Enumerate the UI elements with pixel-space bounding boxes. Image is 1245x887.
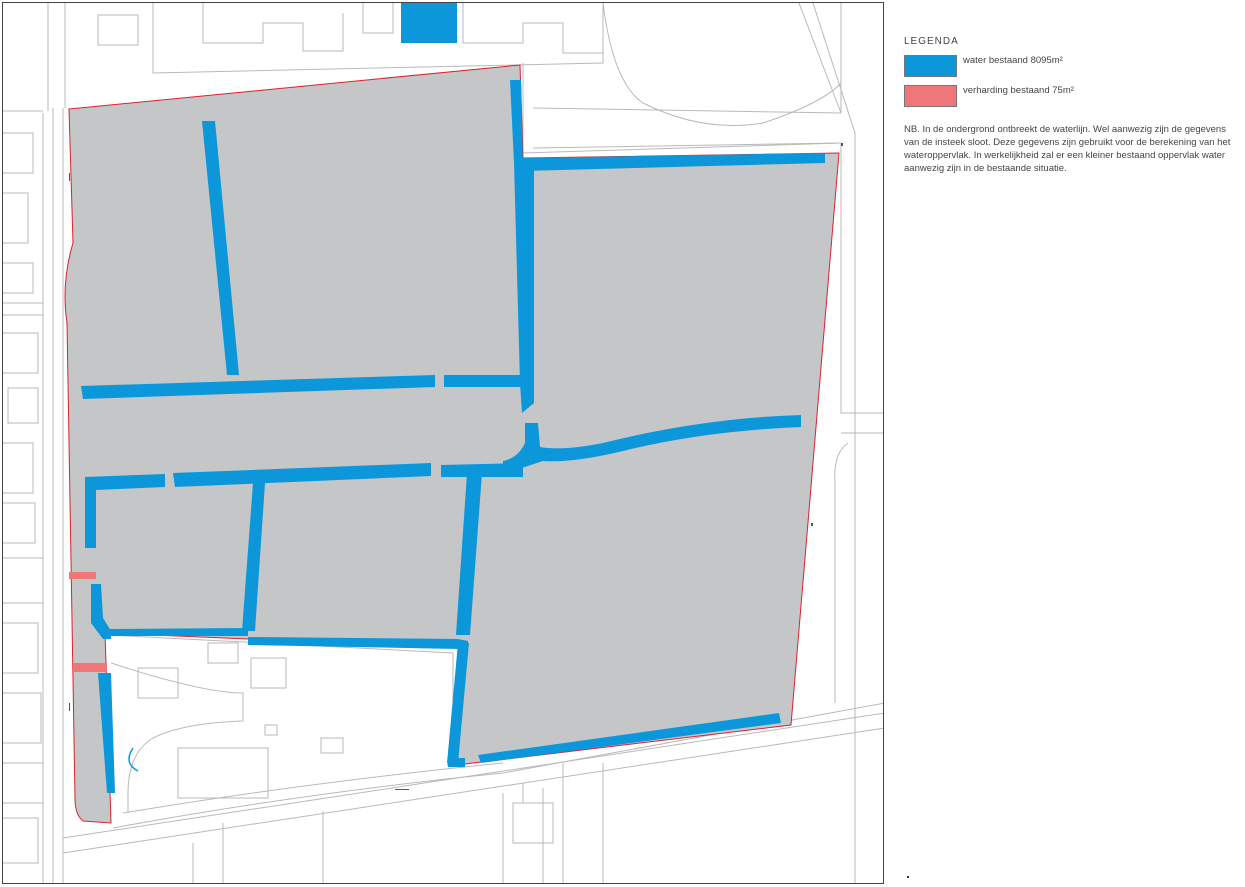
- site-map: [3, 3, 883, 883]
- map-frame[interactable]: [2, 2, 884, 884]
- legend-swatch-water: [904, 55, 957, 77]
- legend-item-water: water bestaand 8095m²: [904, 55, 1239, 85]
- legend: LEGENDA water bestaand 8095m² verharding…: [904, 36, 1239, 175]
- legend-title: LEGENDA: [904, 36, 959, 47]
- legend-label-pavement: verharding bestaand 75m²: [963, 85, 1074, 96]
- legend-label-water: water bestaand 8095m²: [963, 55, 1063, 66]
- corner-mark: [907, 876, 909, 878]
- legend-note: NB. In de ondergrond ontbreekt de waterl…: [904, 124, 1231, 174]
- legend-item-pavement: verharding bestaand 75m²: [904, 85, 1239, 115]
- legend-swatch-pavement: [904, 85, 957, 107]
